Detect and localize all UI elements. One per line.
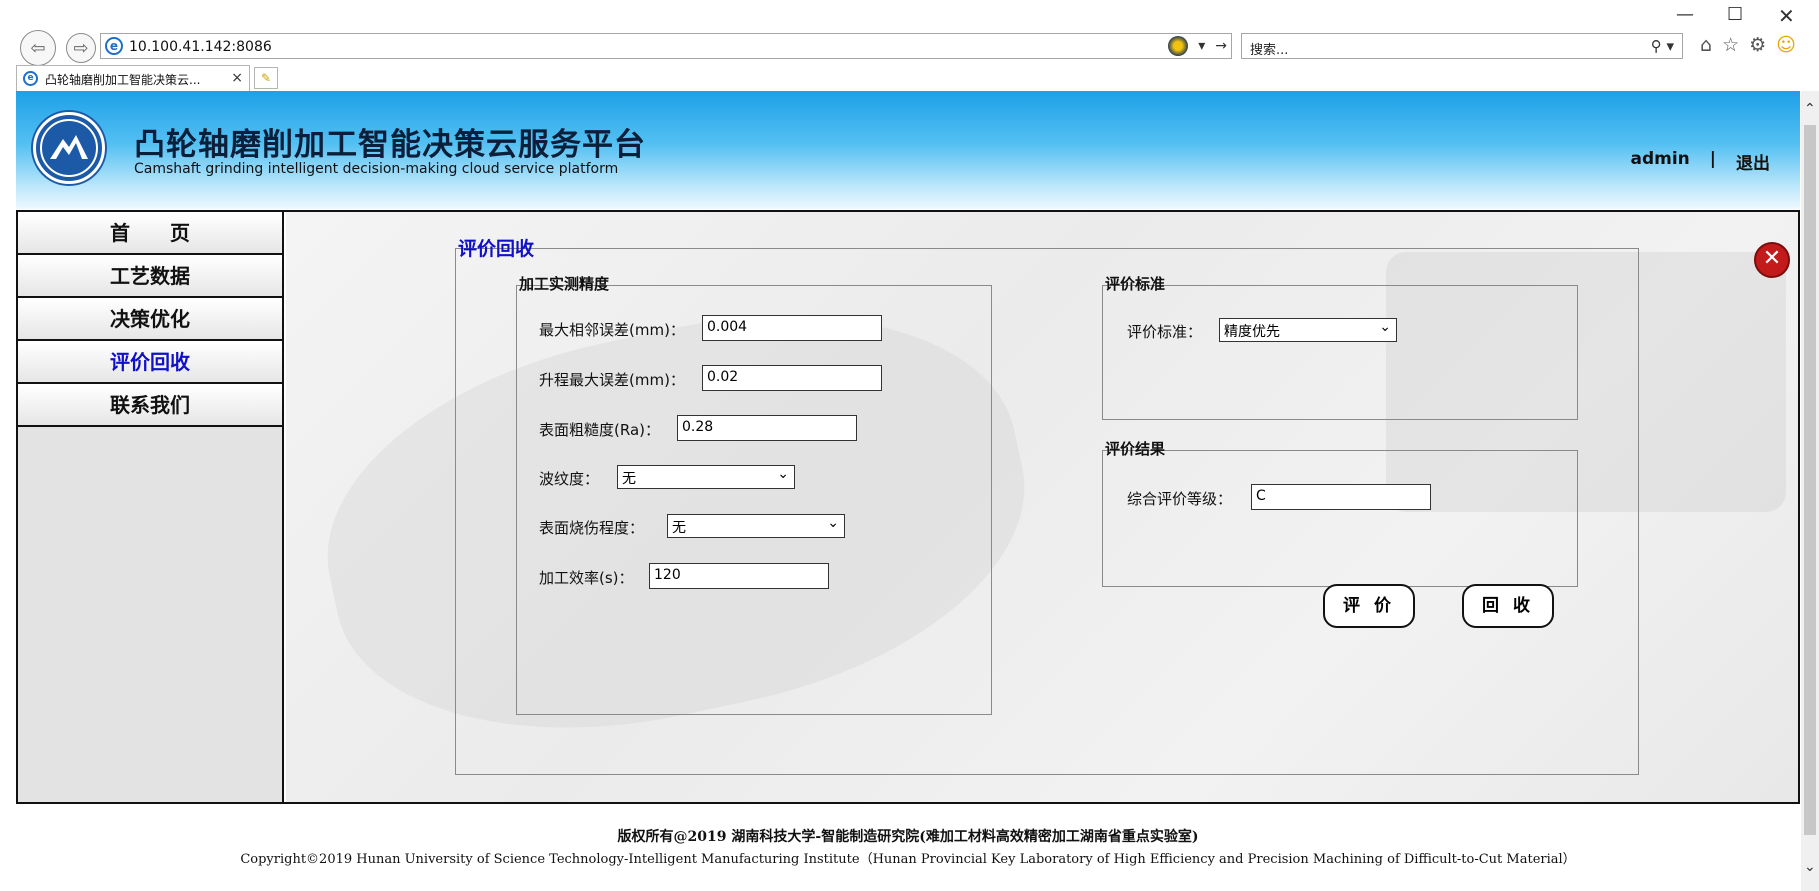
measured-precision-fieldset: 加工实测精度 最大相邻误差(mm)： 0.004 升程最大误差(mm)： 0.0… <box>516 275 992 715</box>
overall-grade-input[interactable]: C <box>1251 484 1431 510</box>
scrollbar-thumb[interactable] <box>1804 125 1816 835</box>
site-subtitle: Camshaft grinding intelligent decision-m… <box>134 161 619 177</box>
ie-page-icon: e <box>105 37 123 55</box>
window-close-icon[interactable]: ✕ <box>1778 4 1795 28</box>
max-lift-error-label: 升程最大误差(mm)： <box>539 371 685 389</box>
forward-arrow-icon[interactable]: ⇨ <box>66 33 96 63</box>
waviness-label: 波纹度： <box>539 470 600 488</box>
footer-copyright-en: Copyright©2019 Hunan University of Scien… <box>240 852 1576 867</box>
close-icon[interactable]: ✕ <box>1754 242 1790 278</box>
surface-burn-selected: 无 <box>672 520 686 536</box>
smiley-icon[interactable]: ☺ <box>1776 34 1796 56</box>
waviness-selected: 无 <box>622 471 636 487</box>
section-title: 评价回收 <box>458 238 535 260</box>
recycle-button[interactable]: 回 收 <box>1462 584 1554 628</box>
max-adjacent-error-input[interactable]: 0.004 <box>702 315 882 341</box>
gear-icon[interactable]: ⚙ <box>1749 34 1766 56</box>
chevron-down-icon: ⌄ <box>777 466 789 482</box>
university-logo <box>33 112 105 184</box>
overall-grade-label: 综合评价等级： <box>1127 490 1233 508</box>
scroll-up-icon[interactable]: ⌃ <box>1804 101 1816 117</box>
minimize-icon[interactable]: — <box>1676 4 1694 25</box>
maximize-icon[interactable]: ☐ <box>1727 4 1743 25</box>
sidebar-item-contact-us[interactable]: 联系我们 <box>18 384 282 427</box>
evaluation-result-legend: 评价结果 <box>1105 440 1166 458</box>
evaluation-standard-fieldset: 评价标准 评价标准： 精度优先 ⌄ <box>1102 275 1578 420</box>
search-icon[interactable]: ⚲ ▾ <box>1651 37 1674 55</box>
measured-precision-legend: 加工实测精度 <box>519 275 610 293</box>
back-arrow-icon[interactable]: ⇦ <box>20 30 56 66</box>
roughness-label: 表面粗糙度(Ra)： <box>539 421 660 439</box>
sidebar-item-process-data[interactable]: 工艺数据 <box>18 255 282 298</box>
roughness-input[interactable]: 0.28 <box>677 415 857 441</box>
main-frame: 首 页 工艺数据 决策优化 评价回收 联系我们 ✕ 评价回收 加工实测精度 最大… <box>16 210 1800 804</box>
vertical-scrollbar[interactable]: ⌃ ⌄ <box>1801 91 1819 891</box>
new-tab-icon[interactable]: ✎ <box>254 67 278 89</box>
evaluate-button[interactable]: 评 价 <box>1323 584 1415 628</box>
content-area: ✕ 评价回收 加工实测精度 最大相邻误差(mm)： 0.004 升程最大误差(m… <box>286 212 1798 802</box>
chevron-down-icon: ⌄ <box>1379 319 1391 335</box>
site-header: 凸轮轴磨削加工智能决策云服务平台 Camshaft grinding intel… <box>16 91 1800 209</box>
browser-chrome: — ☐ ✕ ⇦ ⇨ e 10.100.41.142:8086 ▾ → 搜索...… <box>0 0 1819 91</box>
sidebar-item-home[interactable]: 首 页 <box>18 212 282 255</box>
address-text[interactable]: 10.100.41.142:8086 <box>129 39 272 55</box>
ie-tab-icon: e <box>23 71 38 86</box>
sidebar-item-evaluation-recycle[interactable]: 评价回收 <box>18 341 282 384</box>
surface-burn-label: 表面烧伤程度： <box>539 519 645 537</box>
home-icon[interactable]: ⌂ <box>1700 34 1712 56</box>
surface-burn-select[interactable]: 无 ⌄ <box>667 514 845 538</box>
chevron-down-icon: ⌄ <box>827 515 839 531</box>
favorites-star-icon[interactable]: ☆ <box>1722 34 1739 56</box>
tab-title: 凸轮轴磨削加工智能决策云... <box>45 73 201 87</box>
username: admin <box>1630 149 1690 169</box>
sidebar-item-decision-optimization[interactable]: 决策优化 <box>18 298 282 341</box>
efficiency-label: 加工效率(s)： <box>539 569 634 587</box>
footer-copyright-cn: 版权所有@2019 湖南科技大学-智能制造研究院(难加工材料高效精密加工湖南省重… <box>617 829 1199 845</box>
web-page: 凸轮轴磨削加工智能决策云服务平台 Camshaft grinding intel… <box>16 91 1800 891</box>
sidebar: 首 页 工艺数据 决策优化 评价回收 联系我们 <box>18 212 284 802</box>
logout-link[interactable]: 退出 <box>1736 149 1770 174</box>
max-lift-error-input[interactable]: 0.02 <box>702 365 882 391</box>
go-arrow-icon[interactable]: → <box>1215 38 1227 54</box>
max-adjacent-error-label: 最大相邻误差(mm)： <box>539 321 685 339</box>
evaluation-standard-selected: 精度优先 <box>1224 324 1280 340</box>
scroll-down-icon[interactable]: ⌄ <box>1804 859 1816 875</box>
evaluation-standard-select[interactable]: 精度优先 ⌄ <box>1219 318 1397 342</box>
tab-close-icon[interactable]: × <box>231 70 243 86</box>
search-placeholder: 搜索... <box>1250 43 1289 58</box>
dropdown-arrow-icon[interactable]: ▾ <box>1198 38 1205 54</box>
user-separator: | <box>1709 149 1716 169</box>
evaluation-standard-label: 评价标准： <box>1127 323 1203 341</box>
search-input[interactable]: 搜索... ⚲ ▾ <box>1241 33 1683 59</box>
footer: 版权所有@2019 湖南科技大学-智能制造研究院(难加工材料高效精密加工湖南省重… <box>16 826 1800 867</box>
site-title: 凸轮轴磨削加工智能决策云服务平台 <box>134 127 646 163</box>
efficiency-input[interactable]: 120 <box>649 563 829 589</box>
evaluation-standard-legend: 评价标准 <box>1105 275 1166 293</box>
browser-tab[interactable]: e 凸轮轴磨削加工智能决策云... × <box>16 65 250 91</box>
waviness-select[interactable]: 无 ⌄ <box>617 465 795 489</box>
compatibility-icon[interactable] <box>1168 36 1189 56</box>
address-bar[interactable]: e 10.100.41.142:8086 ▾ → <box>100 33 1232 59</box>
evaluation-result-fieldset: 评价结果 综合评价等级： C <box>1102 440 1578 587</box>
